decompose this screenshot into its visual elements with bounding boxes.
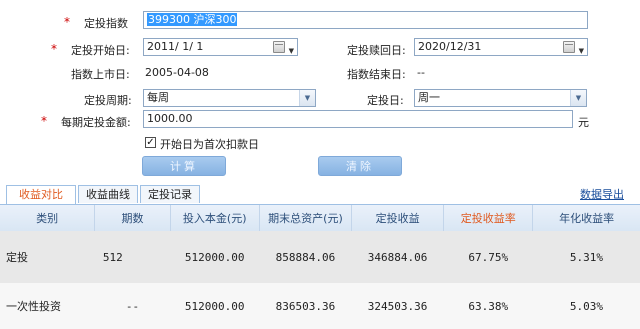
first-deduction-label: 开始日为首次扣款日 (160, 138, 259, 151)
table-cell-annualized-rate: 5.31% (532, 231, 640, 283)
day-select[interactable]: 周一 ▼ (414, 89, 587, 107)
required-mark: * (41, 114, 47, 128)
column-header-final-assets: 期末总资产(元) (259, 205, 353, 231)
amount-unit: 元 (578, 116, 589, 129)
index-input[interactable]: 399300 沪深300 (143, 11, 588, 29)
end-date-label: 指数结束日: (347, 68, 406, 81)
export-data-link[interactable]: 数据导出 (580, 186, 624, 202)
chevron-down-icon[interactable]: ▼ (289, 43, 294, 55)
period-label: 定投周期: (84, 94, 132, 107)
column-header-return-rate: 定投收益率 (443, 205, 534, 231)
period-select[interactable]: 每周 ▼ (143, 89, 316, 107)
redeem-date-label: 定投赎回日: (347, 44, 406, 57)
table-cell-final-assets: 858884.06 (259, 231, 352, 283)
table-cell-return: 346884.06 (351, 231, 444, 283)
column-header-return: 定投收益 (351, 205, 445, 231)
index-label: 定投指数 (84, 17, 128, 30)
first-deduction-checkbox[interactable]: ✓ (145, 137, 156, 148)
calendar-icon[interactable] (273, 41, 285, 53)
tab-return-curve[interactable]: 收益曲线 (78, 185, 138, 203)
end-date-value: -- (417, 66, 425, 79)
start-date-picker[interactable]: 2011/ 1/ 1 ▼ (143, 38, 298, 56)
chevron-down-icon[interactable]: ▼ (570, 90, 586, 106)
amount-value: 1000.00 (147, 112, 193, 125)
table-cell-periods: 512 (94, 231, 171, 283)
amount-input[interactable]: 1000.00 (143, 110, 573, 128)
required-mark: * (51, 42, 57, 56)
calculate-button[interactable]: 计算 (142, 156, 226, 176)
day-label: 定投日: (367, 94, 404, 107)
results-table: 类别 期数 投入本金(元) 期末总资产(元) 定投收益 定投收益率 年化收益率 … (0, 205, 640, 329)
table-row: 定投 512 512000.00 858884.06 346884.06 67.… (0, 231, 640, 283)
start-date-value: 2011/ 1/ 1 (147, 40, 204, 53)
listing-date-value: 2005-04-08 (145, 66, 209, 79)
start-date-label: 定投开始日: (71, 44, 130, 57)
redeem-date-value: 2020/12/31 (418, 40, 482, 53)
tab-investment-record[interactable]: 定投记录 (140, 185, 200, 203)
clear-button[interactable]: 清除 (318, 156, 402, 176)
table-cell-return-rate: 63.38% (443, 283, 533, 329)
column-header-category: 类别 (0, 205, 96, 231)
column-header-periods: 期数 (94, 205, 171, 231)
chevron-down-icon[interactable]: ▼ (579, 43, 584, 55)
table-cell-final-assets: 836503.36 (259, 283, 352, 329)
tab-return-comparison[interactable]: 收益对比 (6, 185, 76, 204)
calendar-icon[interactable] (563, 41, 575, 53)
table-row: 一次性投资 -- 512000.00 836503.36 324503.36 6… (0, 283, 640, 329)
day-value: 周一 (418, 91, 440, 104)
table-cell-periods: -- (94, 283, 171, 329)
table-cell-category: 定投 (0, 231, 95, 283)
table-header-row: 类别 期数 投入本金(元) 期末总资产(元) 定投收益 定投收益率 年化收益率 (0, 205, 640, 231)
table-cell-principal: 512000.00 (170, 231, 260, 283)
table-cell-annualized-rate: 5.03% (532, 283, 640, 329)
column-header-principal: 投入本金(元) (170, 205, 260, 231)
table-cell-principal: 512000.00 (170, 283, 260, 329)
period-value: 每周 (147, 91, 169, 104)
table-cell-category: 一次性投资 (0, 283, 95, 329)
listing-date-label: 指数上市日: (71, 68, 130, 81)
table-cell-return: 324503.36 (351, 283, 444, 329)
chevron-down-icon[interactable]: ▼ (299, 90, 315, 106)
result-tab-bar: 收益对比 收益曲线 定投记录 数据导出 (0, 183, 640, 205)
amount-label: 每期定投金额: (61, 116, 131, 129)
table-cell-return-rate: 67.75% (443, 231, 533, 283)
column-header-annualized-rate: 年化收益率 (532, 205, 640, 231)
required-mark: * (64, 15, 70, 29)
redeem-date-picker[interactable]: 2020/12/31 ▼ (414, 38, 588, 56)
index-value: 399300 沪深300 (147, 13, 238, 26)
